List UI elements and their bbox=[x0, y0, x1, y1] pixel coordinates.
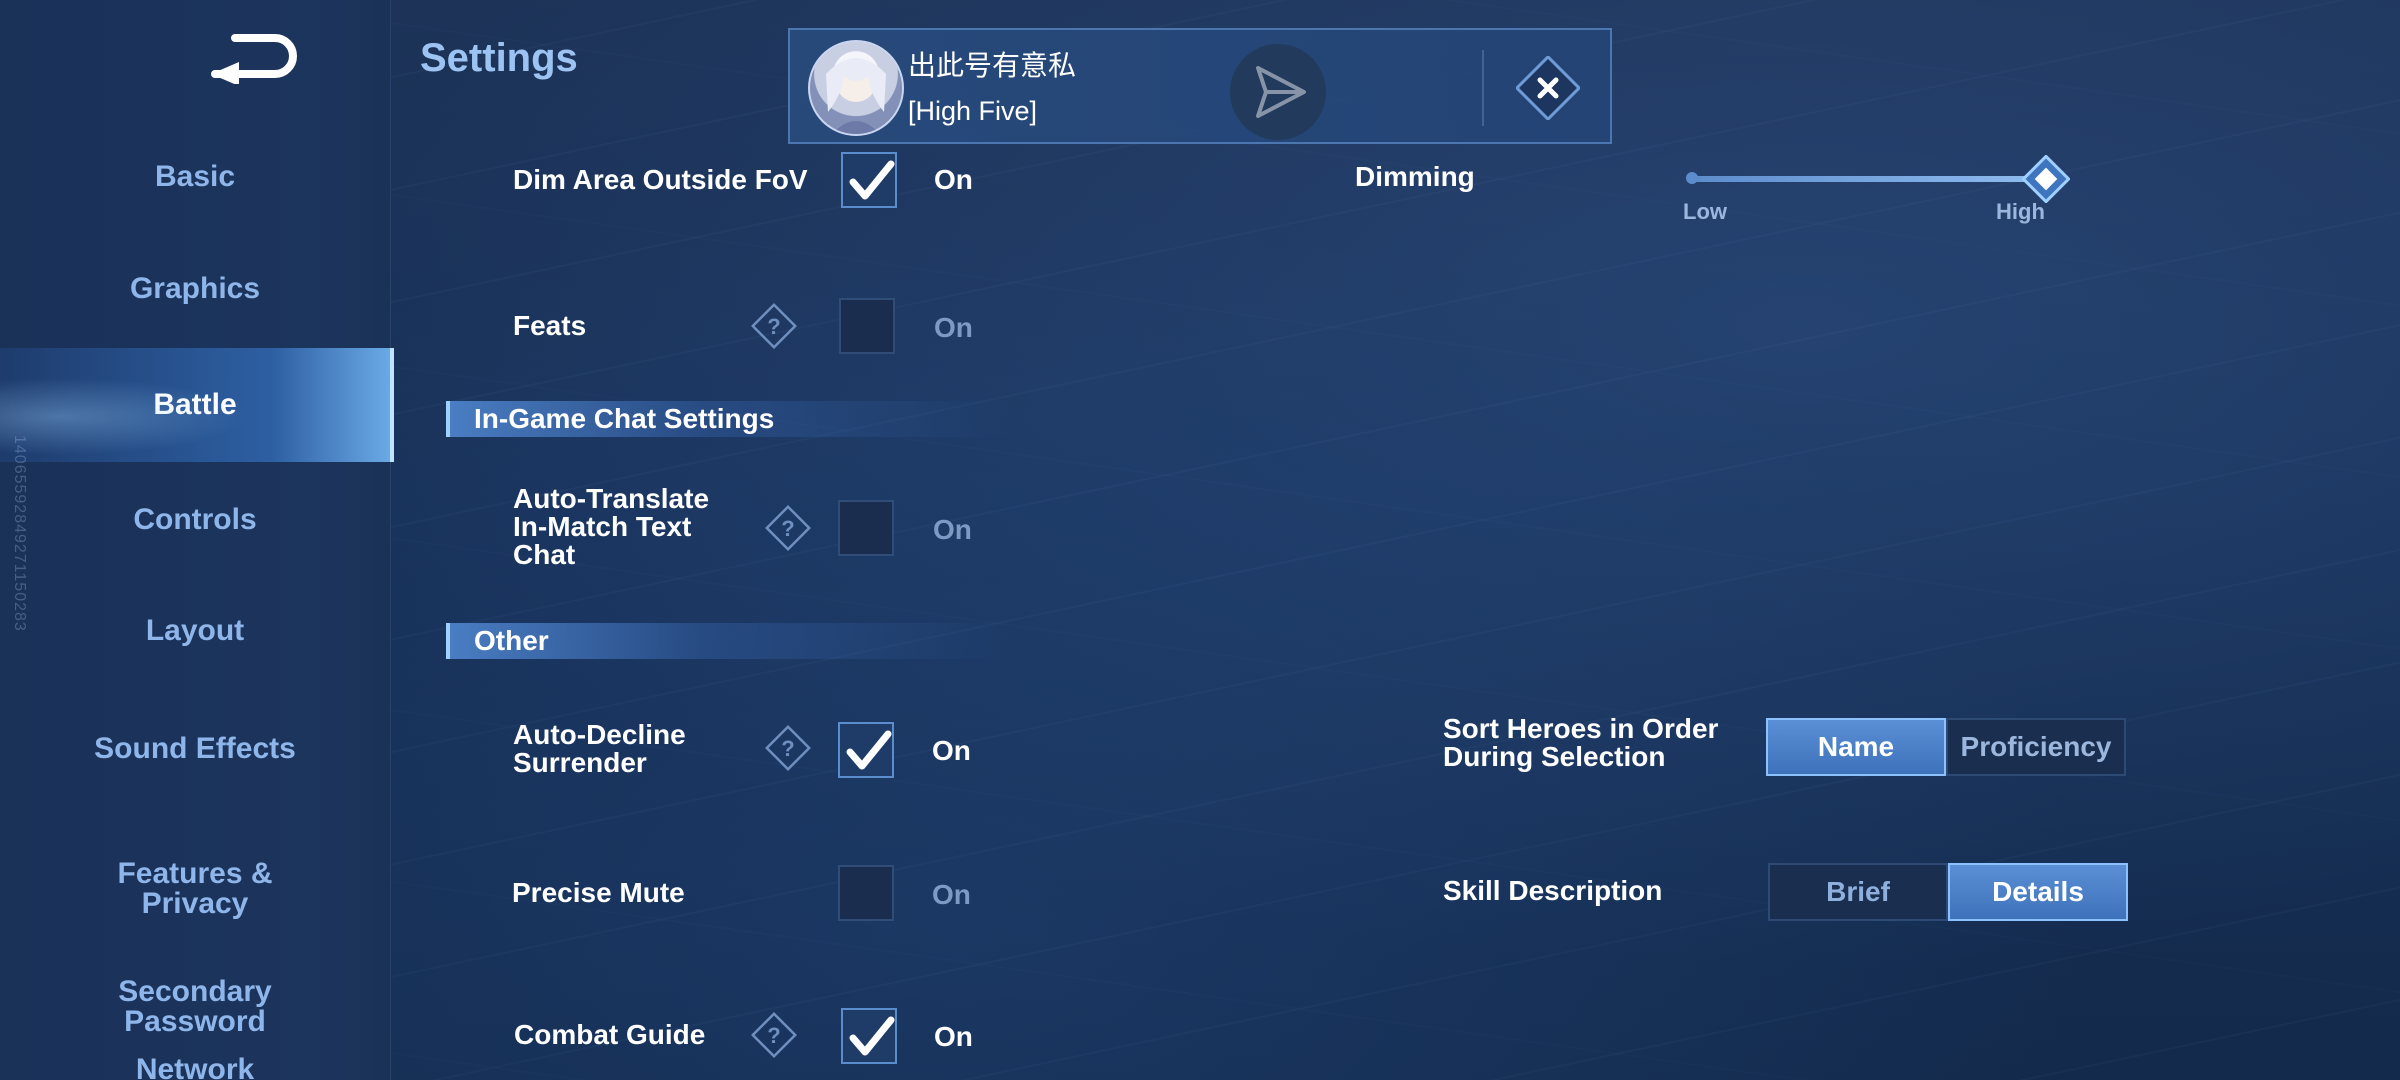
sidebar-item-layout[interactable]: Layout bbox=[0, 616, 390, 646]
svg-text:?: ? bbox=[767, 1023, 780, 1048]
avatar bbox=[808, 40, 904, 136]
sidebar-item-label: Network bbox=[135, 1053, 255, 1080]
sidebar-item-label: Secondary Password bbox=[118, 975, 272, 1038]
sender-name: 出此号有意私 bbox=[908, 50, 1077, 81]
dimming-slider-track[interactable] bbox=[1692, 176, 2044, 182]
svg-text:?: ? bbox=[781, 736, 794, 761]
sidebar-item-label: Layout bbox=[145, 614, 245, 647]
dim-area-label: Dim Area Outside FoV bbox=[513, 164, 808, 195]
sidebar-item-label: Features & Privacy bbox=[117, 857, 273, 920]
auto-decline-checkbox[interactable] bbox=[838, 722, 894, 778]
help-icon[interactable]: ? bbox=[750, 302, 798, 350]
slider-low-label: Low bbox=[1683, 199, 1727, 224]
sidebar-item-network[interactable]: Network bbox=[0, 1055, 390, 1080]
auto-translate-state: On bbox=[933, 514, 972, 545]
precise-mute-checkbox[interactable] bbox=[838, 865, 894, 921]
skill-description-label: Skill Description bbox=[1443, 875, 1663, 906]
close-icon[interactable] bbox=[1514, 54, 1582, 122]
sidebar-item-label: Sound Effects bbox=[94, 732, 296, 765]
combat-guide-label: Combat Guide bbox=[514, 1019, 706, 1050]
sidebar-item-battle[interactable]: Battle bbox=[0, 348, 394, 462]
help-icon[interactable]: ? bbox=[750, 1011, 798, 1059]
option-label: Details bbox=[1992, 876, 2084, 907]
back-arrow-icon[interactable] bbox=[205, 28, 305, 86]
option-label: Brief bbox=[1826, 876, 1890, 907]
sidebar-item-graphics[interactable]: Graphics bbox=[0, 274, 390, 304]
sidebar-item-sound-effects[interactable]: Sound Effects bbox=[0, 734, 390, 764]
sidebar-item-features-privacy[interactable]: Features & Privacy bbox=[0, 829, 390, 919]
slider-high-label: High bbox=[1996, 199, 2045, 224]
section-title: In-Game Chat Settings bbox=[474, 403, 775, 434]
dim-area-checkbox[interactable] bbox=[841, 152, 897, 208]
sort-option-name[interactable]: Name bbox=[1766, 718, 1946, 776]
section-header-chat: In-Game Chat Settings bbox=[446, 401, 1010, 437]
feats-checkbox[interactable] bbox=[839, 298, 895, 354]
divider bbox=[1482, 50, 1484, 126]
svg-text:?: ? bbox=[767, 314, 780, 339]
page-title: Settings bbox=[420, 36, 578, 80]
sidebar-item-label: Basic bbox=[154, 160, 236, 193]
sidebar-item-label: Controls bbox=[133, 503, 257, 536]
sidebar-item-label: Graphics bbox=[129, 272, 261, 305]
sidebar-item-label: Battle bbox=[153, 388, 237, 421]
auto-decline-state: On bbox=[932, 735, 971, 766]
help-icon[interactable]: ? bbox=[764, 724, 812, 772]
help-icon[interactable]: ? bbox=[764, 504, 812, 552]
send-icon[interactable] bbox=[1230, 44, 1326, 140]
precise-mute-state: On bbox=[932, 879, 971, 910]
auto-translate-checkbox[interactable] bbox=[838, 500, 894, 556]
chat-notification: 出此号有意私 [High Five] bbox=[788, 28, 1612, 144]
section-title: Other bbox=[474, 625, 549, 656]
combat-guide-checkbox[interactable] bbox=[841, 1008, 897, 1064]
skill-option-brief[interactable]: Brief bbox=[1768, 863, 1948, 921]
sidebar: Basic Graphics Battle Controls Layout So… bbox=[0, 0, 394, 1080]
dimming-label: Dimming bbox=[1355, 161, 1475, 192]
player-id-text: 14065592849271150283 bbox=[11, 435, 28, 632]
svg-text:?: ? bbox=[781, 516, 794, 541]
skill-option-details[interactable]: Details bbox=[1948, 863, 2128, 921]
auto-translate-label: Auto-Translate In-Match Text Chat bbox=[513, 483, 710, 570]
notification-message: [High Five] bbox=[908, 96, 1038, 126]
auto-decline-label: Auto-Decline Surrender bbox=[513, 719, 686, 778]
settings-screen: Basic Graphics Battle Controls Layout So… bbox=[0, 0, 2400, 1080]
feats-state: On bbox=[934, 312, 973, 343]
option-label: Proficiency bbox=[1960, 731, 2112, 762]
slider-start-dot bbox=[1686, 172, 1698, 184]
combat-guide-state: On bbox=[934, 1021, 973, 1052]
dimming-slider-thumb[interactable] bbox=[2021, 154, 2071, 204]
sidebar-item-basic[interactable]: Basic bbox=[0, 162, 390, 192]
sidebar-item-controls[interactable]: Controls bbox=[0, 505, 390, 535]
precise-mute-label: Precise Mute bbox=[512, 877, 685, 908]
sort-option-proficiency[interactable]: Proficiency bbox=[1946, 718, 2126, 776]
sidebar-item-secondary-password[interactable]: Secondary Password bbox=[0, 947, 390, 1037]
section-header-other: Other bbox=[446, 623, 1010, 659]
dim-area-state: On bbox=[934, 164, 973, 195]
option-label: Name bbox=[1817, 731, 1895, 762]
feats-label: Feats bbox=[513, 310, 587, 341]
sort-heroes-label: Sort Heroes in Order During Selection bbox=[1443, 713, 1719, 772]
